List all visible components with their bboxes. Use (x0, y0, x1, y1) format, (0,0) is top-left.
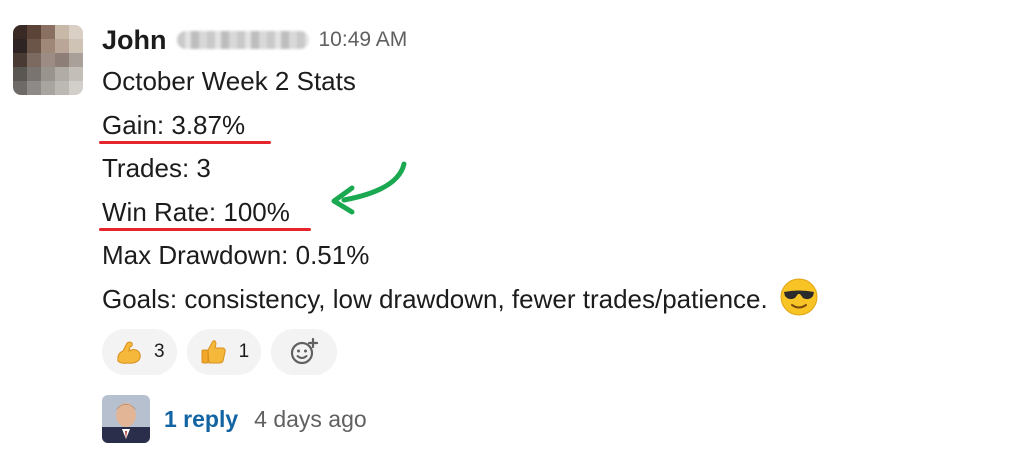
stats-title: October Week 2 Stats (102, 66, 356, 96)
message-line-trades: Trades: 3 (102, 147, 992, 191)
green-arrow-annotation (331, 161, 407, 215)
redacted-surname (176, 31, 309, 49)
reaction-thumbs-up[interactable]: 1 (186, 329, 262, 375)
add-reaction-button[interactable] (271, 329, 338, 375)
thread-summary[interactable]: 1 reply 4 days ago (102, 394, 367, 444)
message-line-win-rate: Win Rate: 100% (99, 191, 992, 235)
message-line-goals: Goals: consistency, low drawdown, fewer … (102, 278, 992, 322)
smiling-face-with-sunglasses-icon (780, 278, 818, 316)
reply-avatar[interactable] (102, 395, 150, 443)
win-rate-underline-annotation (99, 227, 311, 231)
reaction-flexed-biceps[interactable]: 3 (102, 329, 177, 375)
gain-underline-annotation (99, 140, 271, 144)
thumbs-up-icon (201, 340, 226, 364)
message-line-title: October Week 2 Stats (102, 60, 992, 104)
sender-name[interactable]: John (102, 25, 167, 56)
sender-avatar[interactable] (13, 25, 83, 95)
reply-count-link[interactable]: 1 reply (164, 406, 238, 433)
chat-message: John 10:49 AM October Week 2 Stats Gain:… (0, 0, 1012, 464)
message-line-max-drawdown: Max Drawdown: 0.51% (102, 234, 992, 278)
message-timestamp[interactable]: 10:49 AM (319, 28, 408, 52)
trades-stat: Trades: 3 (102, 153, 211, 183)
flexed-biceps-icon (117, 341, 141, 364)
reaction-count: 1 (238, 341, 250, 362)
last-reply-time: 4 days ago (254, 405, 367, 432)
gain-stat: Gain: 3.87% (102, 109, 246, 140)
message-content: John 10:49 AM October Week 2 Stats Gain:… (99, 20, 992, 443)
reaction-count: 3 (154, 341, 165, 362)
message-header: John 10:49 AM (102, 20, 992, 60)
win-rate-stat: Win Rate: 100% (102, 196, 290, 227)
message-line-gain: Gain: 3.87% (99, 104, 992, 148)
add-reaction-icon (291, 337, 319, 365)
reactions-bar: 3 1 (102, 329, 992, 375)
max-drawdown-stat: Max Drawdown: 0.51% (102, 240, 370, 270)
goals-stat: Goals: consistency, low drawdown, fewer … (102, 283, 768, 314)
